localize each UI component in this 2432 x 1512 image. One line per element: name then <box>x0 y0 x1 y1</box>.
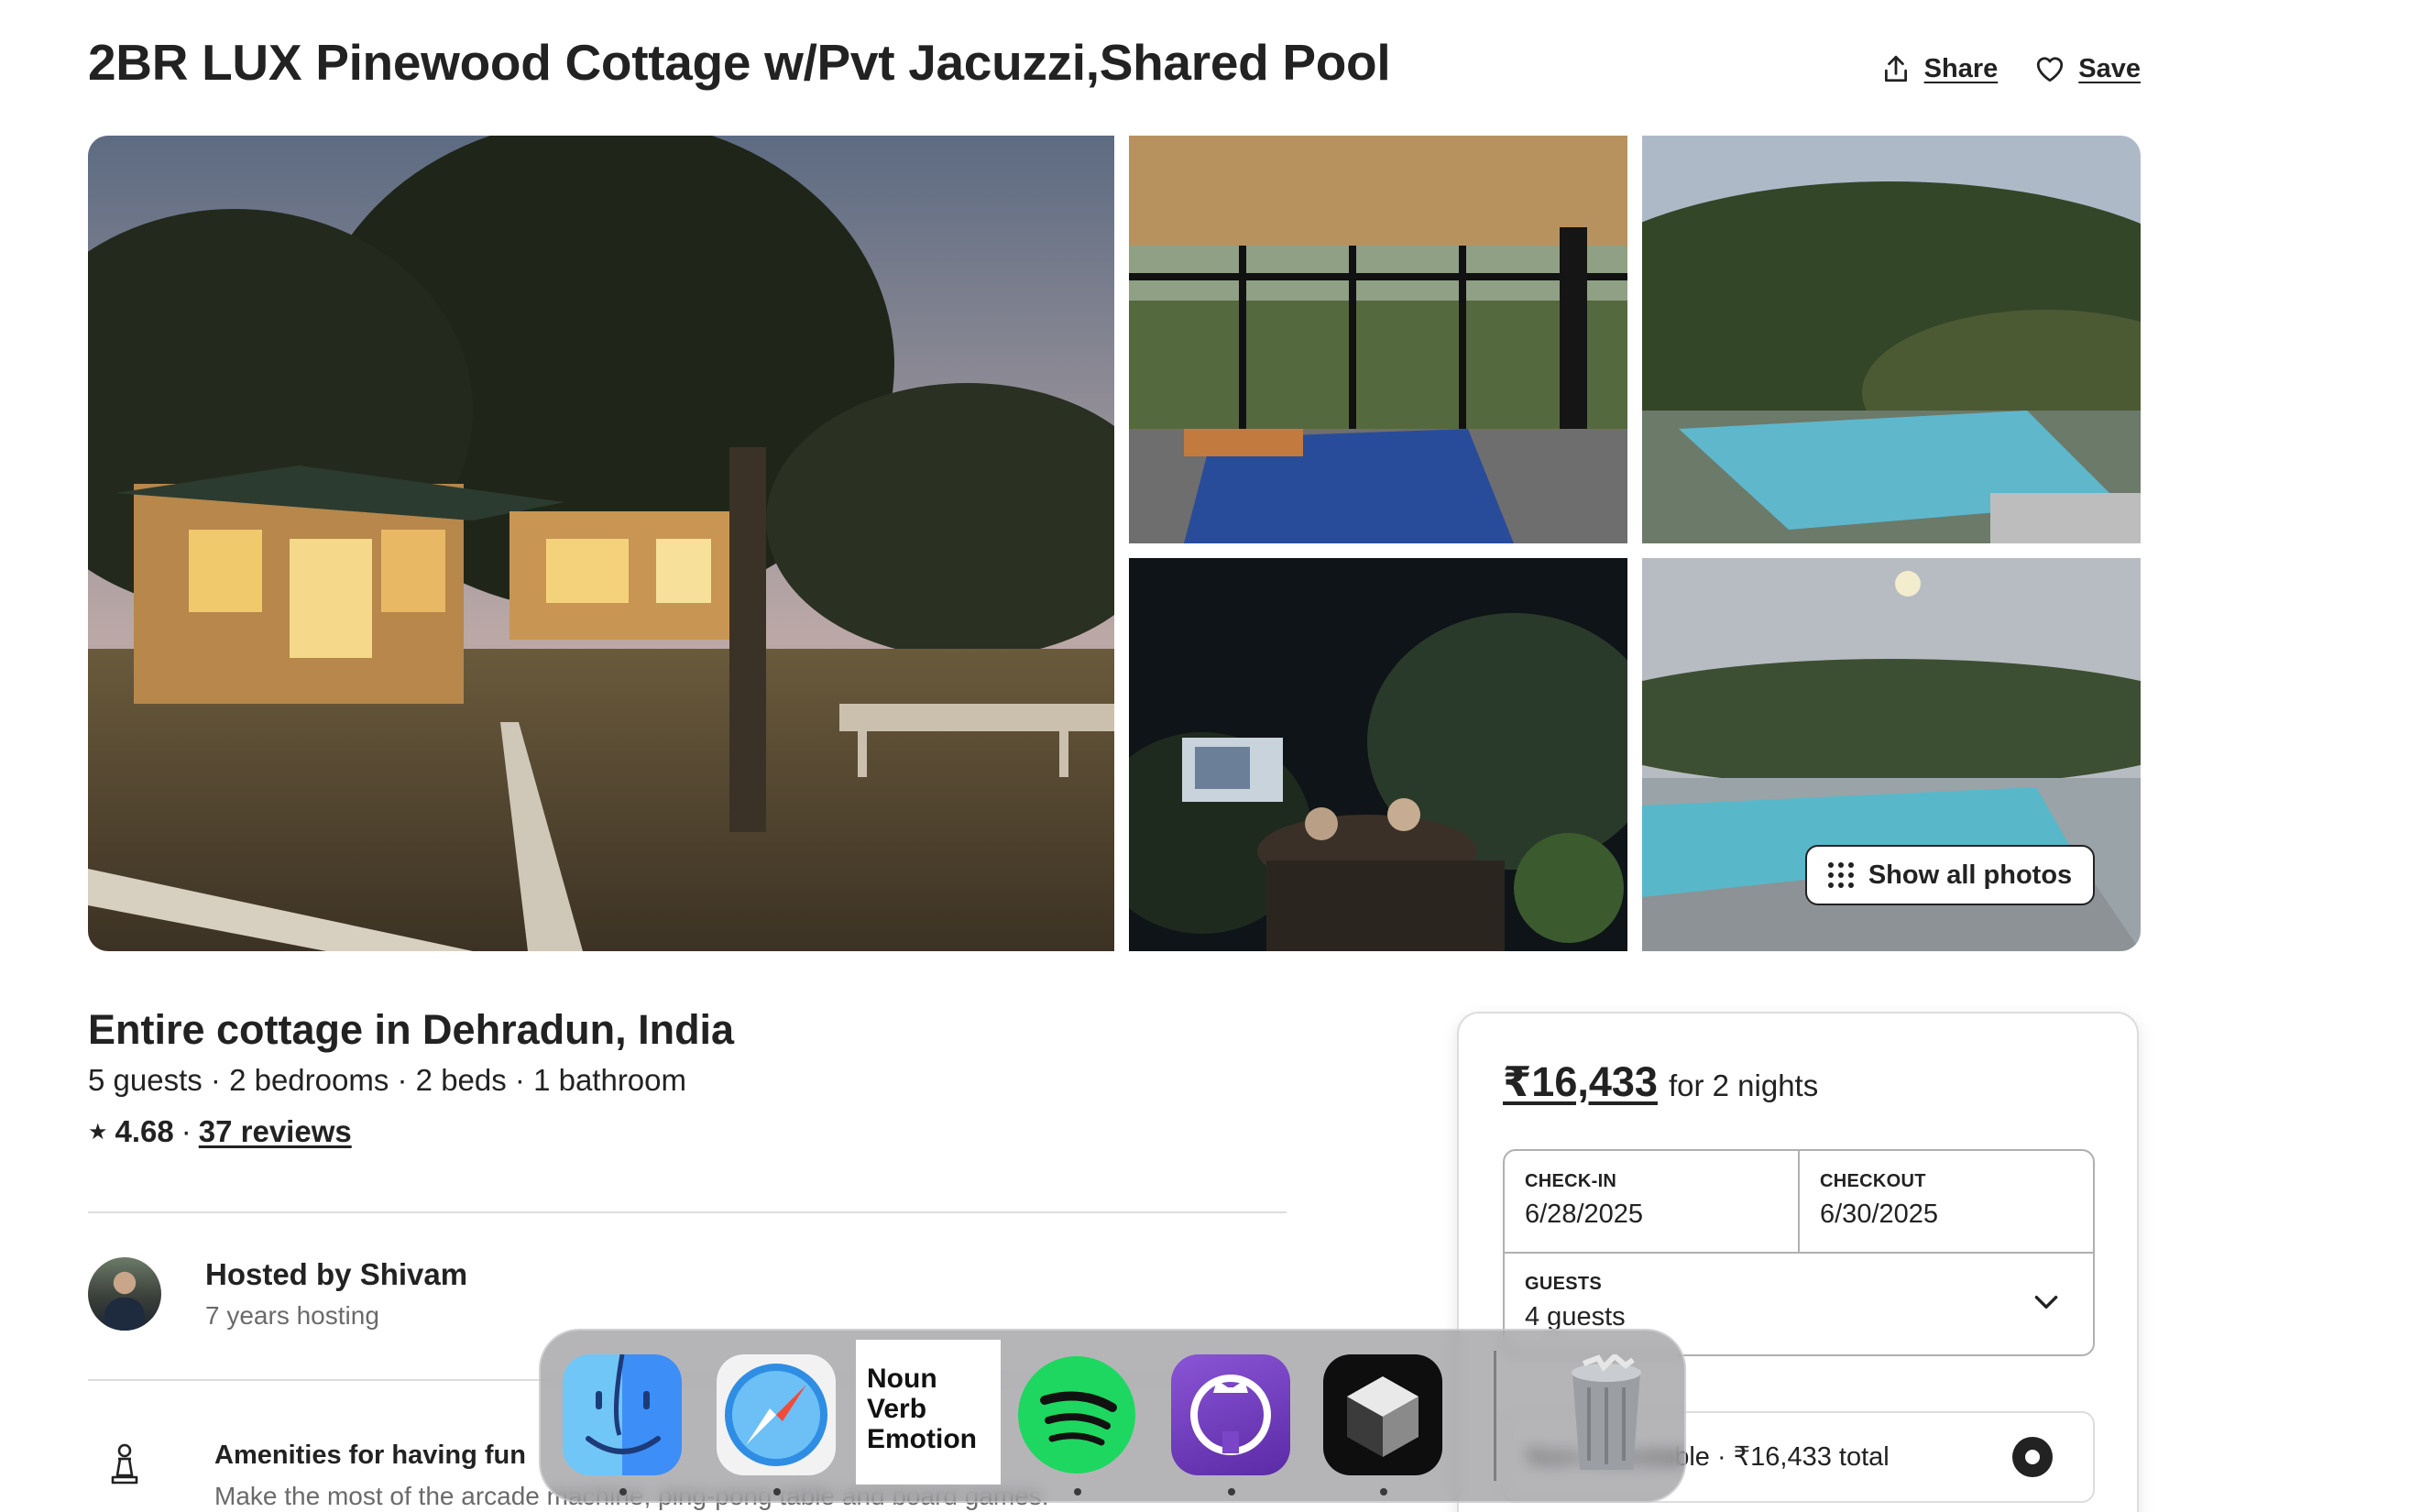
grid-dots-icon <box>1827 862 1854 888</box>
checkin-field[interactable]: CHECK-IN 6/28/2025 <box>1505 1151 1800 1254</box>
checkout-label: CHECKOUT <box>1820 1171 1926 1191</box>
heart-icon <box>2037 57 2064 82</box>
running-indicator <box>773 1488 781 1496</box>
running-indicator <box>1380 1488 1387 1496</box>
price-line: ₹16,433 for 2 nights <box>1503 1057 1818 1106</box>
rating-value: 4.68 <box>115 1114 174 1148</box>
checkout-field[interactable]: CHECKOUT 6/30/2025 <box>1800 1151 2095 1254</box>
noun-verb-emotion-app-icon[interactable]: Noun Verb Emotion <box>856 1340 1001 1485</box>
share-button[interactable]: Share <box>1880 53 1999 84</box>
macos-dock: Noun Verb Emotion <box>539 1329 1686 1503</box>
price-total[interactable]: ₹16,433 <box>1503 1057 1658 1106</box>
listing-subtitle: Entire cottage in Dehradun, India <box>88 1006 735 1053</box>
price-suffix: for 2 nights <box>1668 1068 1819 1102</box>
noun-app-word-2: Verb <box>867 1394 927 1424</box>
share-label: Share <box>1923 53 1999 83</box>
cursor-app-icon[interactable] <box>1323 1354 1442 1475</box>
show-all-photos-button[interactable]: Show all photos <box>1805 845 2095 905</box>
photo-outdoor-movie-night[interactable] <box>1129 558 1627 951</box>
radio-selected[interactable] <box>2012 1437 2053 1477</box>
divider <box>88 1211 1287 1213</box>
host-avatar[interactable] <box>88 1257 161 1331</box>
host-section: Hosted by Shivam 7 years hosting <box>88 1257 467 1331</box>
guests-label: GUESTS <box>1525 1274 1603 1294</box>
photo-pool-hillside[interactable] <box>1642 136 2141 543</box>
photo-ping-pong-room[interactable] <box>1129 136 1627 543</box>
share-icon <box>1884 55 1907 82</box>
chess-pawn-icon <box>88 1441 161 1511</box>
checkin-value: 6/28/2025 <box>1525 1200 1644 1229</box>
finder-app-icon[interactable] <box>563 1354 682 1475</box>
reviews-link[interactable]: 37 reviews <box>199 1114 352 1149</box>
photo-cottage-exterior[interactable] <box>88 136 1114 951</box>
host-years: 7 years hosting <box>205 1301 379 1330</box>
save-label: Save <box>2078 53 2141 83</box>
safari-app-icon[interactable] <box>717 1354 836 1475</box>
save-button[interactable]: Save <box>2034 53 2141 84</box>
running-indicator <box>1228 1488 1235 1496</box>
checkin-label: CHECK-IN <box>1525 1171 1617 1191</box>
noun-app-word-3: Emotion <box>867 1424 977 1454</box>
show-all-photos-label: Show all photos <box>1868 860 2073 890</box>
trash-icon[interactable] <box>1547 1352 1666 1475</box>
date-guest-picker: CHECK-IN 6/28/2025 CHECKOUT 6/30/2025 GU… <box>1503 1149 2095 1356</box>
star-icon: ★ <box>88 1119 108 1145</box>
date-row: CHECK-IN 6/28/2025 CHECKOUT 6/30/2025 <box>1505 1151 2093 1254</box>
photo-gallery: Show all photos <box>88 136 2141 951</box>
rating-row: ★ 4.68 · 37 reviews <box>88 1114 352 1149</box>
host-name: Hosted by Shivam <box>205 1257 468 1291</box>
host-info: Hosted by Shivam 7 years hosting <box>205 1257 467 1331</box>
checkout-value: 6/30/2025 <box>1820 1200 1939 1229</box>
dock-separator <box>1494 1351 1496 1481</box>
rating-separator: · <box>181 1114 192 1148</box>
listing-title: 2BR LUX Pinewood Cottage w/Pvt Jacuzzi,S… <box>88 34 1391 91</box>
listing-specs: 5 guests · 2 bedrooms · 2 beds · 1 bathr… <box>88 1063 687 1097</box>
github-desktop-app-icon[interactable] <box>1171 1354 1290 1475</box>
running-indicator <box>1074 1488 1081 1496</box>
running-indicator <box>619 1488 627 1496</box>
listing-actions: Share Save <box>1880 53 2141 84</box>
noun-app-word-1: Noun <box>867 1364 937 1394</box>
spotify-app-icon[interactable] <box>1017 1354 1136 1475</box>
chevron-down-icon <box>2034 1295 2058 1309</box>
